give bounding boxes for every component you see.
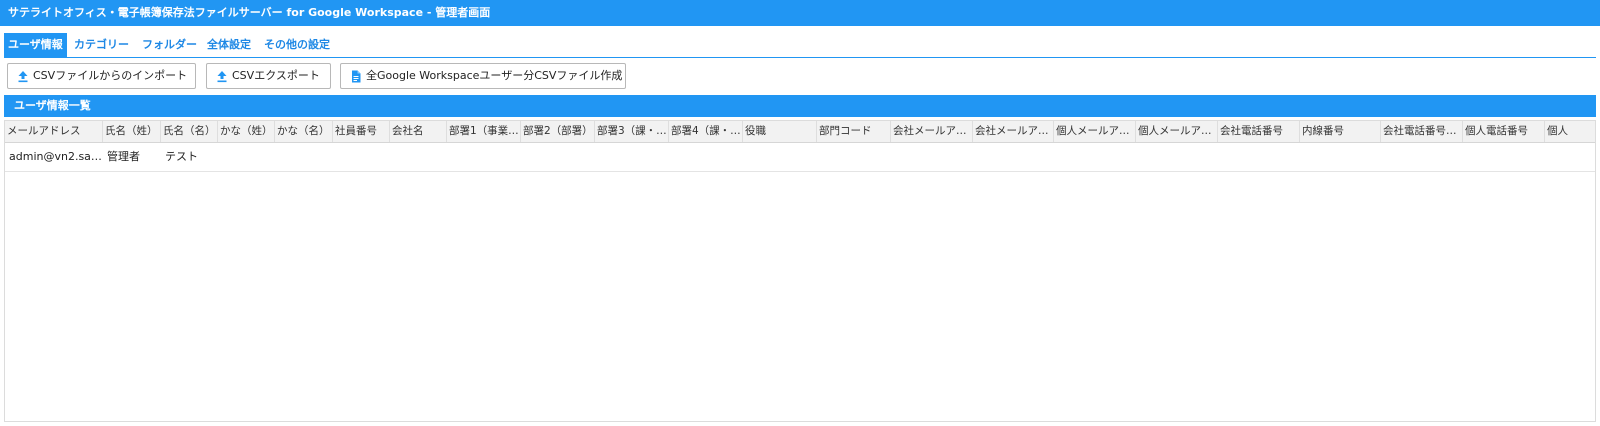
column-header[interactable]: 役職 bbox=[743, 121, 817, 142]
column-header[interactable]: 氏名（名） bbox=[161, 121, 218, 142]
column-header[interactable]: 氏名（姓） bbox=[103, 121, 161, 142]
column-header[interactable]: 個人メールア… bbox=[1136, 121, 1218, 142]
upload-icon bbox=[217, 71, 227, 83]
tab-bar: ユーザ情報 カテゴリー フォルダー 全体設定 その他の設定 bbox=[4, 33, 1596, 58]
tab-general-settings[interactable]: 全体設定 bbox=[203, 33, 257, 57]
column-header[interactable]: 社員番号 bbox=[333, 121, 390, 142]
column-header[interactable]: 会社メールア… bbox=[973, 121, 1054, 142]
column-header[interactable]: 部署2（部署） bbox=[521, 121, 595, 142]
table-header: メールアドレス 氏名（姓） 氏名（名） かな（姓） かな（名） 社員番号 会社名… bbox=[5, 121, 1595, 143]
create-csv-button[interactable]: 全Google Workspaceユーザー分CSVファイル作成 bbox=[340, 63, 626, 89]
tab-other-settings[interactable]: その他の設定 bbox=[260, 33, 340, 57]
app-window: サテライトオフィス・電子帳簿保存法ファイルサーバー for Google Wor… bbox=[0, 0, 1600, 426]
document-icon bbox=[352, 70, 361, 83]
csv-export-label: CSVエクスポート bbox=[232, 69, 320, 82]
column-header[interactable]: 部門コード bbox=[817, 121, 891, 142]
user-table: メールアドレス 氏名（姓） 氏名（名） かな（姓） かな（名） 社員番号 会社名… bbox=[4, 120, 1596, 422]
create-csv-label: 全Google Workspaceユーザー分CSVファイル作成 bbox=[366, 69, 623, 82]
first-name-cell: テスト bbox=[165, 150, 198, 163]
csv-import-button[interactable]: CSVファイルからのインポート bbox=[7, 63, 196, 89]
column-header[interactable]: 個人 bbox=[1545, 121, 1595, 142]
column-header[interactable]: 個人電話番号 bbox=[1463, 121, 1545, 142]
app-title: サテライトオフィス・電子帳簿保存法ファイルサーバー for Google Wor… bbox=[0, 0, 1600, 26]
upload-icon bbox=[18, 71, 28, 83]
table-row[interactable]: admin@vn2.sat… 管理者 テスト bbox=[5, 143, 1595, 172]
tab-category[interactable]: カテゴリー bbox=[70, 33, 134, 57]
tab-folder[interactable]: フォルダー bbox=[138, 33, 200, 57]
column-header[interactable]: かな（名） bbox=[275, 121, 333, 142]
column-header[interactable]: 個人メールア… bbox=[1054, 121, 1136, 142]
last-name-cell: 管理者 bbox=[107, 150, 140, 163]
email-cell: admin@vn2.sat… bbox=[9, 150, 103, 163]
column-header[interactable]: 会社電話番号… bbox=[1381, 121, 1463, 142]
toolbar: CSVファイルからのインポート CSVエクスポート 全Google Worksp… bbox=[0, 63, 1600, 91]
csv-export-button[interactable]: CSVエクスポート bbox=[206, 63, 331, 89]
column-header[interactable]: 部署3（課・… bbox=[595, 121, 669, 142]
section-title: ユーザ情報一覧 bbox=[4, 95, 1596, 117]
column-header[interactable]: かな（姓） bbox=[218, 121, 275, 142]
column-header[interactable]: 内線番号 bbox=[1300, 121, 1381, 142]
column-header[interactable]: メールアドレス bbox=[5, 121, 103, 142]
column-header[interactable]: 部署1（事業… bbox=[447, 121, 521, 142]
tab-user-info[interactable]: ユーザ情報 bbox=[4, 33, 67, 57]
column-header[interactable]: 部署4（課・… bbox=[669, 121, 743, 142]
csv-import-label: CSVファイルからのインポート bbox=[33, 69, 188, 82]
column-header[interactable]: 会社メールア… bbox=[891, 121, 973, 142]
column-header[interactable]: 会社名 bbox=[390, 121, 447, 142]
column-header[interactable]: 会社電話番号 bbox=[1218, 121, 1300, 142]
